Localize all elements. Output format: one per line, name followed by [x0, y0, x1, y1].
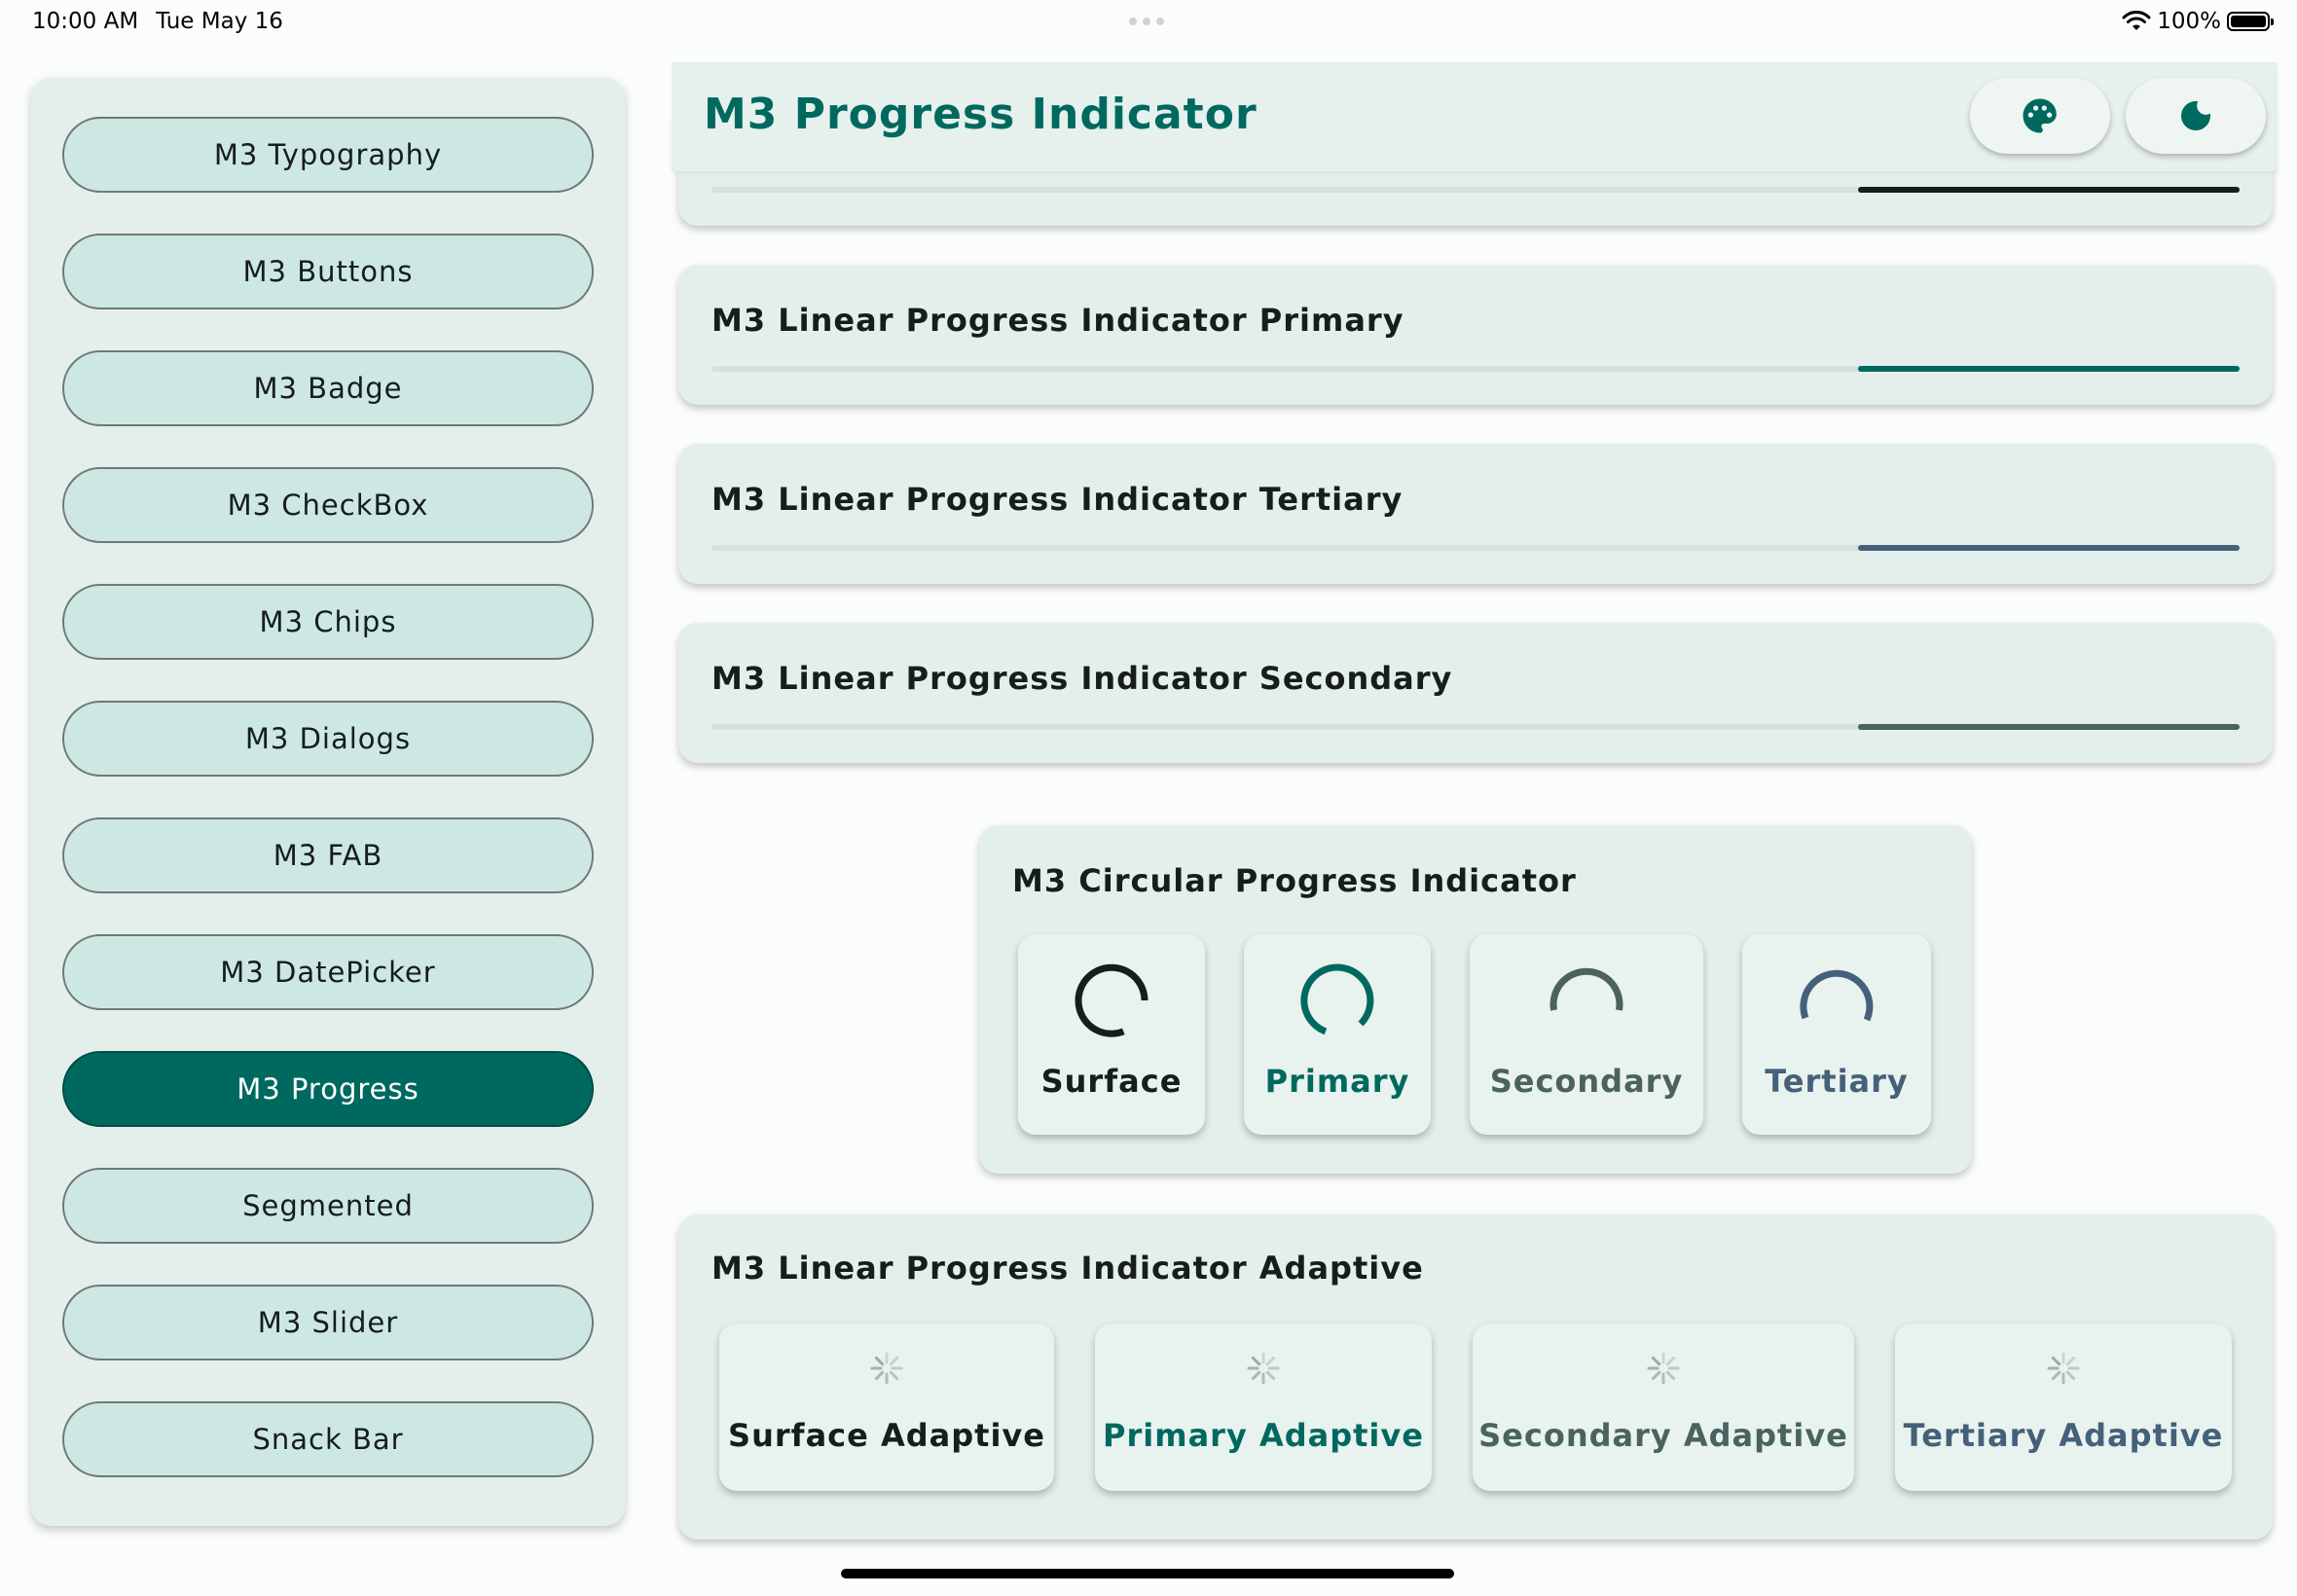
battery-icon [2227, 12, 2274, 31]
nav-item-badge[interactable]: M3 Badge [62, 350, 594, 426]
spinner-spoke [1651, 1370, 1661, 1381]
activity-spinner-icon [1647, 1352, 1680, 1385]
circular-tile-secondary[interactable]: Secondary [1470, 934, 1703, 1135]
home-indicator[interactable] [841, 1569, 1454, 1578]
dark-mode-icon [2181, 101, 2210, 130]
linear-progress-track [711, 545, 2240, 551]
circular-progress-primary [1300, 963, 1374, 1035]
palette-icon [2023, 98, 2057, 133]
spinner-spoke [889, 1356, 899, 1366]
spinner-spoke [2065, 1356, 2076, 1366]
page-title: M3 Progress Indicator [704, 90, 1258, 139]
spinner-spoke [1665, 1370, 1676, 1381]
linear-progress-bar-primary [1857, 366, 2240, 372]
circular-progress-surface [1075, 963, 1148, 1037]
card-title: M3 Linear Progress Indicator Tertiary [711, 481, 1404, 518]
tile-label: Secondary Adaptive [1478, 1417, 1848, 1454]
adaptive-tile-surface[interactable]: Surface Adaptive [719, 1324, 1054, 1491]
linear-progress-bar-tertiary [1857, 545, 2240, 551]
nav-item-typography[interactable]: M3 Typography [62, 117, 594, 193]
spinner-spoke [1251, 1370, 1261, 1381]
circular-progress-secondary [1550, 967, 1623, 1011]
multitasking-dots[interactable] [1129, 18, 1164, 25]
adaptive-tile-tertiary[interactable]: Tertiary Adaptive [1895, 1324, 2232, 1491]
nav-item-snackbar[interactable]: Snack Bar [62, 1401, 594, 1477]
card-title: M3 Linear Progress Indicator Adaptive [711, 1250, 1424, 1287]
status-bar: 10:00 AM Tue May 16 100% [0, 0, 2297, 49]
linear-progress-track [711, 187, 2240, 193]
spinner-spoke [2051, 1370, 2061, 1381]
tile-label: Primary [1264, 1063, 1410, 1100]
linear-progress-track [711, 366, 2240, 372]
activity-spinner-icon [870, 1352, 903, 1385]
nav-item-buttons[interactable]: M3 Buttons [62, 234, 594, 309]
circular-progress-card: M3 Circular Progress Indicator Surface P… [979, 825, 1972, 1174]
card-title: M3 Linear Progress Indicator Primary [711, 302, 1404, 339]
tile-label: Primary Adaptive [1103, 1417, 1424, 1454]
nav-item-chips[interactable]: M3 Chips [62, 584, 594, 660]
nav-item-checkbox[interactable]: M3 CheckBox [62, 467, 594, 543]
spinner-spoke [889, 1370, 899, 1381]
nav-item-dialogs[interactable]: M3 Dialogs [62, 701, 594, 777]
navigation-sidebar: M3 Typography M3 Buttons M3 Badge M3 Che… [31, 78, 625, 1526]
spinner-spoke [1265, 1356, 1276, 1366]
activity-spinner-icon [2047, 1352, 2080, 1385]
spinner-spoke [1651, 1356, 1661, 1366]
linear-progress-card-primary: M3 Linear Progress Indicator Primary [678, 265, 2273, 405]
adaptive-tile-secondary[interactable]: Secondary Adaptive [1473, 1324, 1854, 1491]
spinner-spoke [2065, 1370, 2076, 1381]
battery-percent: 100% [2157, 9, 2221, 34]
circular-tile-tertiary[interactable]: Tertiary [1742, 934, 1931, 1135]
theme-color-button[interactable] [1970, 78, 2110, 154]
status-time: 10:00 AM [32, 9, 139, 34]
linear-progress-bar-surface [1857, 187, 2240, 193]
status-time-date: 10:00 AM Tue May 16 [32, 9, 283, 34]
tile-label: Tertiary [1765, 1063, 1909, 1100]
dark-mode-button[interactable] [2126, 78, 2266, 154]
app-bar: M3 Progress Indicator [672, 62, 2278, 171]
spinner-spoke [1665, 1356, 1676, 1366]
card-title: M3 Circular Progress Indicator [1012, 862, 1577, 899]
card-title: M3 Linear Progress Indicator Secondary [711, 660, 1453, 697]
circular-progress-tertiary [1800, 969, 1874, 1022]
nav-item-progress[interactable]: M3 Progress [62, 1051, 594, 1127]
activity-spinner-icon [1247, 1352, 1280, 1385]
linear-progress-card-tertiary: M3 Linear Progress Indicator Tertiary [678, 444, 2273, 584]
status-date: Tue May 16 [156, 9, 283, 34]
linear-progress-track [711, 724, 2240, 730]
wifi-icon [2122, 11, 2151, 30]
linear-progress-bar-secondary [1857, 724, 2240, 730]
tile-label: Surface Adaptive [728, 1417, 1045, 1454]
status-right: 100% [2122, 9, 2274, 34]
spinner-spoke [1251, 1356, 1261, 1366]
adaptive-tile-primary[interactable]: Primary Adaptive [1095, 1324, 1432, 1491]
spinner-spoke [2051, 1356, 2061, 1366]
tile-label: Secondary [1489, 1063, 1684, 1100]
spinner-spoke [1265, 1370, 1276, 1381]
spinner-spoke [874, 1370, 885, 1381]
tile-label: Surface [1040, 1063, 1183, 1100]
circular-tile-primary[interactable]: Primary [1244, 934, 1431, 1135]
circular-tile-surface[interactable]: Surface [1018, 934, 1205, 1135]
spinner-spoke [874, 1356, 885, 1366]
nav-item-slider[interactable]: M3 Slider [62, 1285, 594, 1360]
linear-progress-card-secondary: M3 Linear Progress Indicator Secondary [678, 623, 2273, 763]
adaptive-progress-card: M3 Linear Progress Indicator Adaptive Su… [678, 1215, 2273, 1540]
nav-item-fab[interactable]: M3 FAB [62, 817, 594, 893]
nav-item-datepicker[interactable]: M3 DatePicker [62, 934, 594, 1010]
nav-item-segmented[interactable]: Segmented [62, 1168, 594, 1244]
tile-label: Tertiary Adaptive [1903, 1417, 2224, 1454]
